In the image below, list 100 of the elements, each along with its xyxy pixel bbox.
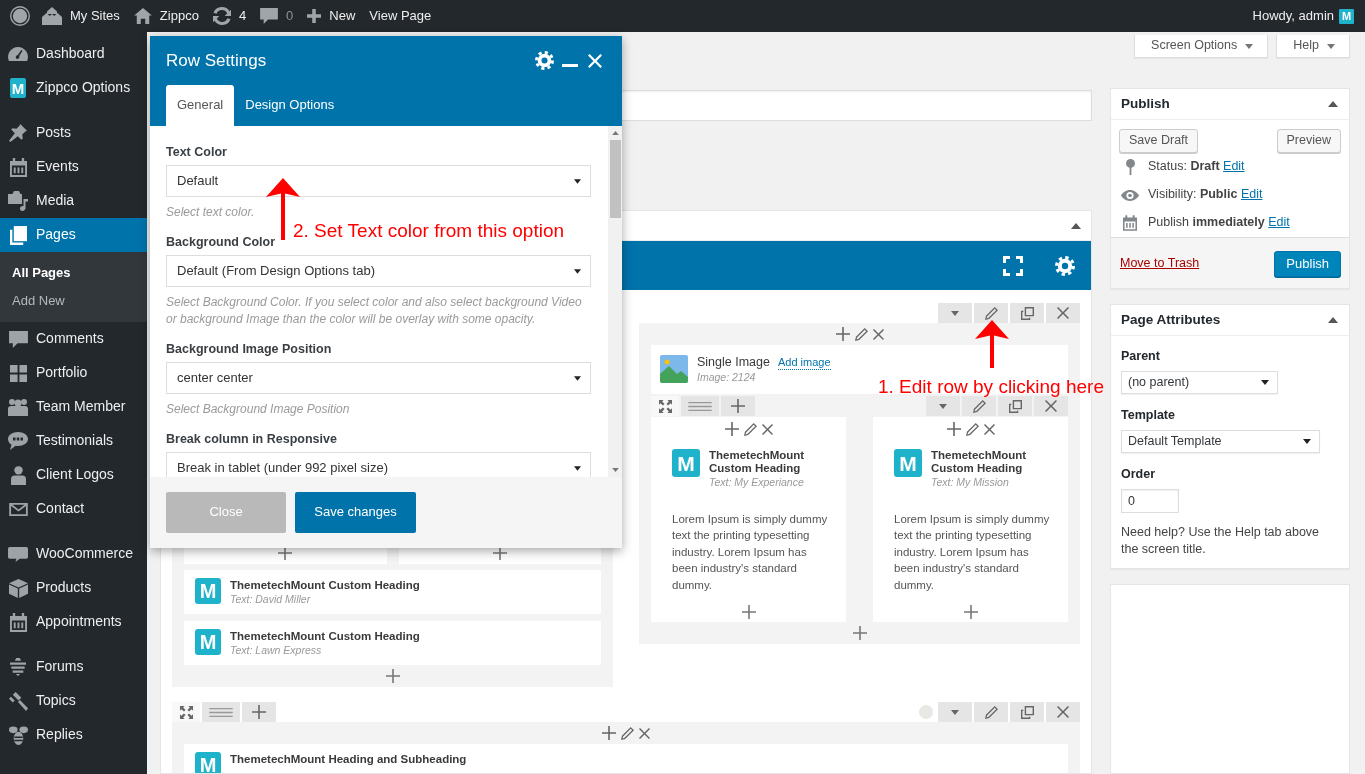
settings-icon[interactable] [1055, 255, 1075, 276]
screen-options-tab[interactable]: Screen Options [1134, 35, 1269, 58]
close-icon [1045, 400, 1057, 412]
close-icon[interactable] [761, 423, 773, 435]
close-icon [1057, 706, 1069, 718]
site-link[interactable]: Zippco [126, 0, 206, 32]
plus-icon[interactable] [724, 422, 739, 436]
pencil-icon[interactable] [854, 327, 868, 341]
menu-item[interactable]: Events [0, 150, 147, 184]
fullscreen-icon[interactable] [1003, 255, 1023, 276]
pencil-icon[interactable] [621, 726, 634, 740]
plus-icon[interactable] [852, 626, 867, 641]
add-column-button[interactable] [242, 702, 276, 722]
comments-link[interactable]: 0 [253, 0, 301, 32]
logo-icon[interactable] [10, 6, 30, 26]
account-menu[interactable]: Howdy, admin M [1245, 0, 1361, 32]
menu-item[interactable]: Posts [0, 116, 147, 150]
settings-icon[interactable] [535, 51, 554, 70]
collapse-icon[interactable] [1328, 317, 1338, 323]
pencil-icon[interactable] [965, 422, 979, 436]
plus-icon[interactable] [602, 726, 616, 740]
my-sites-link[interactable]: My Sites [35, 0, 127, 32]
row-menu-button[interactable] [938, 303, 972, 323]
input-field[interactable]: 0 [1121, 489, 1179, 513]
menu-item[interactable]: Products [0, 571, 147, 605]
row-menu-button[interactable] [926, 396, 960, 416]
menu-item[interactable]: Comments [0, 322, 147, 356]
plus-icon[interactable] [963, 605, 978, 620]
scrollbar[interactable] [608, 126, 622, 477]
lines-icon [209, 707, 233, 717]
menu-item[interactable]: Replies [0, 718, 147, 752]
save-button[interactable]: Save changes [295, 492, 416, 533]
edit-button[interactable] [974, 702, 1008, 722]
plus-icon[interactable] [946, 422, 961, 436]
plus-icon[interactable] [835, 327, 850, 341]
menu-item[interactable]: Testimonials [0, 424, 147, 458]
menu-item[interactable]: Contact [0, 492, 147, 526]
duplicate-button[interactable] [998, 396, 1032, 416]
dialog-tab[interactable]: General [166, 85, 235, 126]
menu-item[interactable]: Media [0, 184, 147, 218]
minimize-icon[interactable] [562, 63, 578, 67]
expand-button[interactable] [172, 702, 200, 722]
plus-icon[interactable] [385, 669, 400, 683]
menu-item[interactable]: M Zippco Options [0, 71, 147, 105]
duplicate-button[interactable] [1010, 702, 1044, 722]
menu-item[interactable]: Portfolio [0, 356, 147, 390]
menu-item[interactable]: Dashboard [0, 37, 147, 71]
plus-icon[interactable] [741, 605, 756, 620]
trash-link[interactable]: Move to Trash [1120, 255, 1200, 273]
menu-item[interactable]: Client Logos [0, 458, 147, 492]
pencil-icon[interactable] [743, 422, 757, 436]
save-draft-button[interactable]: Save Draft [1119, 129, 1199, 153]
delete-button[interactable] [1046, 303, 1080, 323]
row-menu-button[interactable] [938, 702, 972, 722]
pushpin-icon [9, 124, 27, 142]
updates-link[interactable]: 4 [205, 0, 254, 32]
edit-link[interactable]: Edit [1223, 159, 1245, 174]
scrollbar-thumb[interactable] [609, 140, 621, 218]
close-icon[interactable] [872, 328, 884, 340]
edit-link[interactable]: Edit [1240, 187, 1263, 202]
submenu-item[interactable]: Add New [0, 287, 147, 315]
menu-item[interactable]: Team Member [0, 390, 147, 424]
close-icon[interactable] [639, 727, 650, 739]
scroll-down-icon[interactable] [611, 468, 619, 472]
select-field[interactable]: Default (From Design Options tab) [166, 255, 591, 287]
delete-button[interactable] [1046, 702, 1080, 722]
add-column-button[interactable] [721, 396, 755, 416]
menu-item[interactable]: WooCommerce [0, 537, 147, 571]
select-field[interactable]: center center [166, 362, 591, 394]
select-field[interactable]: (no parent) [1121, 371, 1278, 394]
drag-handle[interactable] [681, 396, 719, 416]
menu-item[interactable]: Pages [0, 218, 147, 252]
scroll-up-icon[interactable] [611, 131, 619, 135]
help-tab[interactable]: Help [1276, 35, 1350, 58]
menu-item[interactable]: Forums [0, 650, 147, 684]
close-icon[interactable] [983, 423, 995, 435]
menu-item[interactable]: Appointments [0, 605, 147, 639]
publish-button[interactable]: Publish [1274, 251, 1341, 277]
edit-button[interactable] [962, 396, 996, 416]
edit-button[interactable] [974, 303, 1008, 323]
submenu-item[interactable]: All Pages [0, 259, 147, 287]
close-icon[interactable] [588, 53, 602, 68]
expand-button[interactable] [651, 396, 679, 416]
new-link[interactable]: New [300, 0, 363, 32]
collapse-icon[interactable] [1328, 101, 1338, 107]
preview-button[interactable]: Preview [1276, 129, 1341, 153]
dialog-tab[interactable]: Design Options [234, 85, 346, 126]
collapse-icon[interactable] [1071, 222, 1081, 229]
duplicate-button[interactable] [1010, 303, 1044, 323]
delete-button[interactable] [1034, 396, 1068, 416]
menu-item[interactable]: Topics [0, 684, 147, 718]
drag-handle[interactable] [202, 702, 240, 722]
select-field[interactable]: Default [166, 165, 591, 197]
add-image-link[interactable]: Add image [777, 356, 831, 370]
view-page-link[interactable]: View Page [362, 0, 439, 32]
pin-icon [1125, 159, 1135, 175]
edit-link[interactable]: Edit [1268, 215, 1290, 230]
select-field[interactable]: Default Template [1121, 430, 1320, 453]
plus-icon[interactable] [278, 546, 293, 560]
plus-icon[interactable] [492, 546, 507, 560]
